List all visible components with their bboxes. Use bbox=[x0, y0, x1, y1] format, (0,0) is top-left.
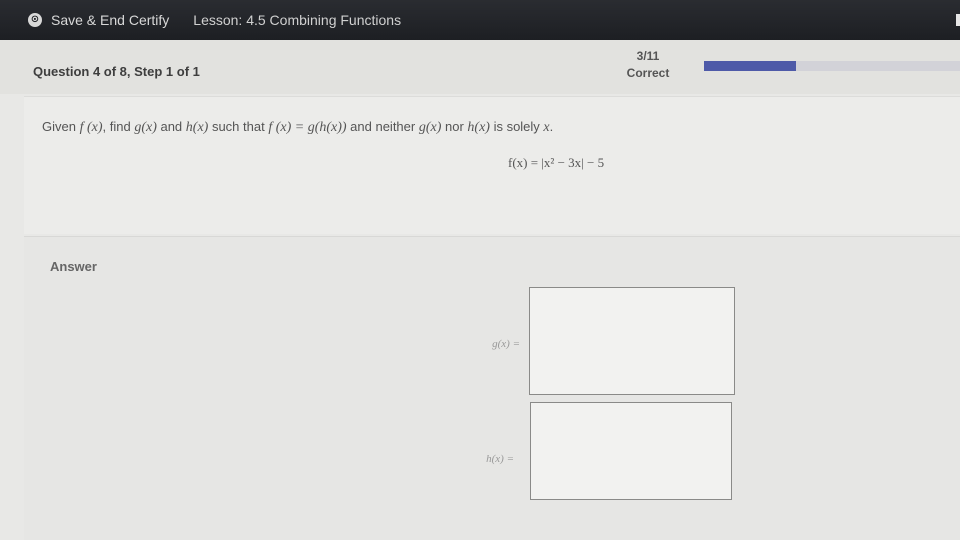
question-step-title: Question 4 of 8, Step 1 of 1 bbox=[33, 64, 200, 79]
progress-bar bbox=[704, 61, 960, 71]
answer-label: Answer bbox=[50, 259, 97, 274]
h-answer-input[interactable] bbox=[530, 402, 732, 500]
question-prompt: Given f (x), find g(x) and h(x) such tha… bbox=[42, 119, 553, 136]
prompt-text: , find bbox=[102, 119, 135, 134]
prompt-text: and bbox=[156, 119, 186, 134]
prompt-text: such that bbox=[208, 119, 269, 134]
score-fraction: 3/11 bbox=[636, 49, 660, 63]
prompt-text: Given bbox=[42, 119, 80, 134]
progress-bar-fill bbox=[704, 61, 797, 71]
edge-marker bbox=[956, 14, 960, 26]
prompt-math-h: h(x) bbox=[185, 120, 209, 135]
prompt-math-equation: f (x) = g(h(x)) bbox=[268, 120, 347, 135]
h-field-label: h(x) = bbox=[486, 453, 514, 465]
prompt-math-h: h(x) bbox=[467, 120, 490, 135]
question-panel bbox=[24, 96, 960, 234]
prompt-text: . bbox=[549, 119, 554, 134]
prompt-math-g: g(x) bbox=[134, 120, 157, 135]
prompt-text: nor bbox=[441, 119, 468, 134]
save-icon: ⊙ bbox=[28, 13, 42, 27]
top-bar: ⊙ Save & End Certify Lesson: 4.5 Combini… bbox=[0, 0, 960, 40]
answer-panel bbox=[24, 236, 960, 540]
prompt-text: is solely bbox=[489, 119, 544, 134]
score-display: 3/11 Correct bbox=[612, 48, 684, 82]
function-formula: f(x) = |x² − 3x| − 5 bbox=[508, 155, 605, 170]
g-answer-input[interactable] bbox=[529, 287, 735, 395]
score-status: Correct bbox=[626, 66, 670, 80]
save-end-certify-button[interactable]: ⊙ Save & End Certify bbox=[28, 12, 169, 28]
prompt-math-g: g(x) bbox=[418, 120, 442, 135]
prompt-text: and neither bbox=[346, 119, 419, 134]
prompt-math-f: f (x) bbox=[79, 120, 103, 135]
save-end-certify-label: Save & End Certify bbox=[51, 12, 170, 28]
lesson-title: Lesson: 4.5 Combining Functions bbox=[193, 12, 402, 28]
g-field-label: g(x) = bbox=[492, 338, 520, 350]
